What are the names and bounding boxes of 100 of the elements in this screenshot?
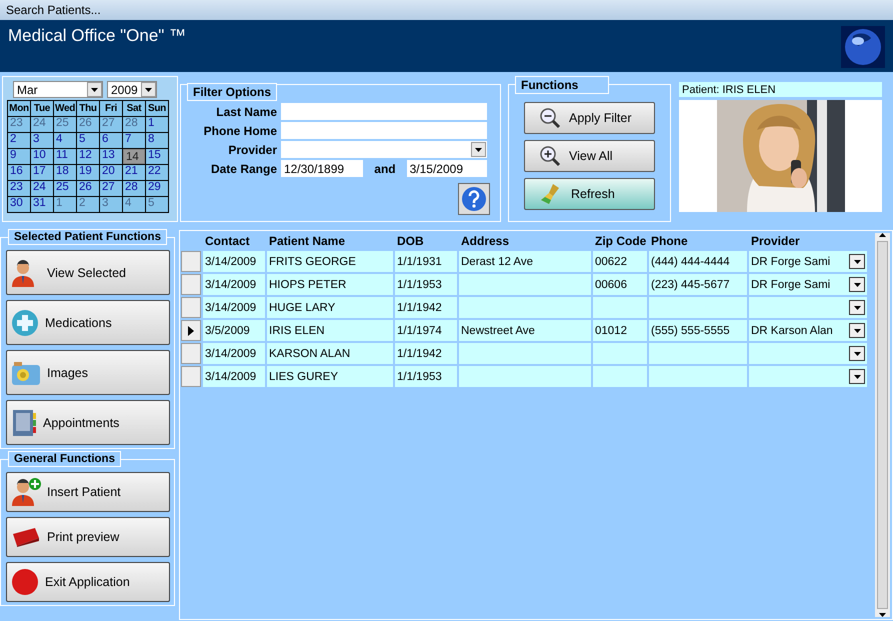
calendar-day[interactable]: 28 <box>123 181 145 196</box>
table-cell: Newstreet Ave <box>459 320 591 341</box>
calendar-day[interactable]: 29 <box>146 181 168 196</box>
dropdown-button[interactable] <box>849 300 865 315</box>
table-cell: 3/14/2009 <box>203 274 265 295</box>
calendar-day[interactable]: 9 <box>8 149 30 164</box>
patient-label: Patient: IRIS ELEN <box>679 82 882 97</box>
calendar-day[interactable]: 8 <box>146 133 168 148</box>
table-cell: 3/14/2009 <box>203 343 265 364</box>
function-button[interactable]: Insert Patient <box>6 472 170 512</box>
calendar-day[interactable]: 25 <box>54 181 76 196</box>
table-cell: 3/14/2009 <box>203 297 265 318</box>
column-header[interactable]: Zip Code <box>593 233 647 249</box>
camera-icon <box>11 360 41 386</box>
dropdown-button[interactable] <box>849 277 865 292</box>
provider-cell[interactable] <box>749 297 867 318</box>
function-button[interactable]: Exit Application <box>6 562 170 602</box>
calendar-day[interactable]: 15 <box>146 149 168 164</box>
calendar-day[interactable]: 5 <box>77 133 99 148</box>
scrollbar[interactable] <box>875 233 890 617</box>
month-select[interactable]: Mar <box>13 81 103 98</box>
help-button[interactable] <box>458 183 490 215</box>
calendar-day[interactable]: 31 <box>31 197 53 212</box>
function-button[interactable]: View Selected <box>6 250 170 295</box>
globe-icon <box>841 26 885 68</box>
app-title: Medical Office "One" ™ <box>8 26 186 47</box>
table-cell: (223) 445-5677 <box>649 274 747 295</box>
dropdown-button[interactable] <box>849 323 865 338</box>
table-cell: (444) 444-4444 <box>649 251 747 272</box>
window-title: Search Patients... <box>0 0 893 20</box>
calendar-day[interactable]: 22 <box>146 165 168 180</box>
calendar-day[interactable]: 20 <box>100 165 122 180</box>
book-icon <box>11 408 37 436</box>
table-cell: LIES GUREY <box>267 366 393 387</box>
dropdown-button[interactable] <box>849 369 865 384</box>
calendar-day[interactable]: 23 <box>8 181 30 196</box>
function-button[interactable]: Apply Filter <box>524 102 655 134</box>
calendar-day[interactable]: 17 <box>31 165 53 180</box>
year-select[interactable]: 2009 <box>107 81 157 98</box>
calendar-day[interactable]: 18 <box>54 165 76 180</box>
calendar-day[interactable]: 4 <box>54 133 76 148</box>
calendar-day[interactable]: 21 <box>123 165 145 180</box>
calendar-day[interactable]: 3 <box>31 133 53 148</box>
calendar-day[interactable]: 19 <box>77 165 99 180</box>
weekday-header: Wed <box>54 101 76 116</box>
calendar-day[interactable]: 10 <box>31 149 53 164</box>
function-button[interactable]: Images <box>6 350 170 395</box>
table-cell: FRITS GEORGE <box>267 251 393 272</box>
function-button[interactable]: Refresh <box>524 178 655 210</box>
date-to-field[interactable]: 3/15/2009 <box>406 160 487 177</box>
table-cell <box>593 297 647 318</box>
calendar-day[interactable]: 12 <box>77 149 99 164</box>
caret-icon <box>854 374 860 378</box>
table-cell <box>593 366 647 387</box>
row-header[interactable] <box>181 320 201 341</box>
last-name-field[interactable] <box>281 103 487 120</box>
provider-cell[interactable]: DR Forge Sami <box>749 251 867 272</box>
calendar-day[interactable]: 2 <box>8 133 30 148</box>
provider-cell[interactable]: DR Forge Sami <box>749 274 867 295</box>
calendar-day[interactable]: 6 <box>100 133 122 148</box>
calendar-day[interactable]: 26 <box>77 181 99 196</box>
caret-icon <box>145 88 152 92</box>
calendar-day[interactable]: 30 <box>8 197 30 212</box>
function-button[interactable]: Appointments <box>6 400 170 445</box>
caret-icon <box>854 306 860 310</box>
dropdown-button[interactable] <box>849 254 865 269</box>
caret-icon <box>854 328 860 332</box>
group-title: Selected Patient Functions <box>8 229 167 245</box>
add-person-icon <box>11 477 41 507</box>
calendar-day[interactable]: 11 <box>54 149 76 164</box>
weekday-header: Tue <box>31 101 53 116</box>
field-label: and <box>373 162 397 176</box>
function-button[interactable]: Medications <box>6 300 170 345</box>
calendar-day[interactable]: 1 <box>146 117 168 132</box>
provider-cell[interactable]: DR Karson Alan <box>749 320 867 341</box>
phone-field[interactable] <box>281 122 487 139</box>
provider-cell[interactable] <box>749 366 867 387</box>
date-from-field[interactable]: 12/30/1899 <box>281 160 364 177</box>
table-cell: (555) 555-5555 <box>649 320 747 341</box>
weekday-header: Sun <box>146 101 168 116</box>
caret-icon <box>854 260 860 264</box>
function-button[interactable]: View All <box>524 140 655 172</box>
table-cell: HIOPS PETER <box>267 274 393 295</box>
provider-select[interactable] <box>281 141 487 158</box>
calendar-day[interactable]: 16 <box>8 165 30 180</box>
calendar-day[interactable]: 13 <box>100 149 122 164</box>
provider-cell[interactable] <box>749 343 867 364</box>
dropdown-button[interactable] <box>849 346 865 361</box>
cell-text: DR Karson Alan <box>751 324 833 336</box>
calendar-day[interactable]: 24 <box>31 181 53 196</box>
function-button[interactable]: Print preview <box>6 517 170 557</box>
weekday-header: Mon <box>8 101 30 116</box>
table-cell: 1/1/1953 <box>395 274 457 295</box>
table-cell: 3/5/2009 <box>203 320 265 341</box>
weekday-header: Fri <box>100 101 122 116</box>
calendar-day[interactable]: 27 <box>100 181 122 196</box>
field-label: Date Range <box>210 162 277 176</box>
group-title: General Functions <box>8 451 121 467</box>
calendar-day[interactable]: 7 <box>123 133 145 148</box>
calendar-day[interactable]: 14 <box>123 149 145 164</box>
